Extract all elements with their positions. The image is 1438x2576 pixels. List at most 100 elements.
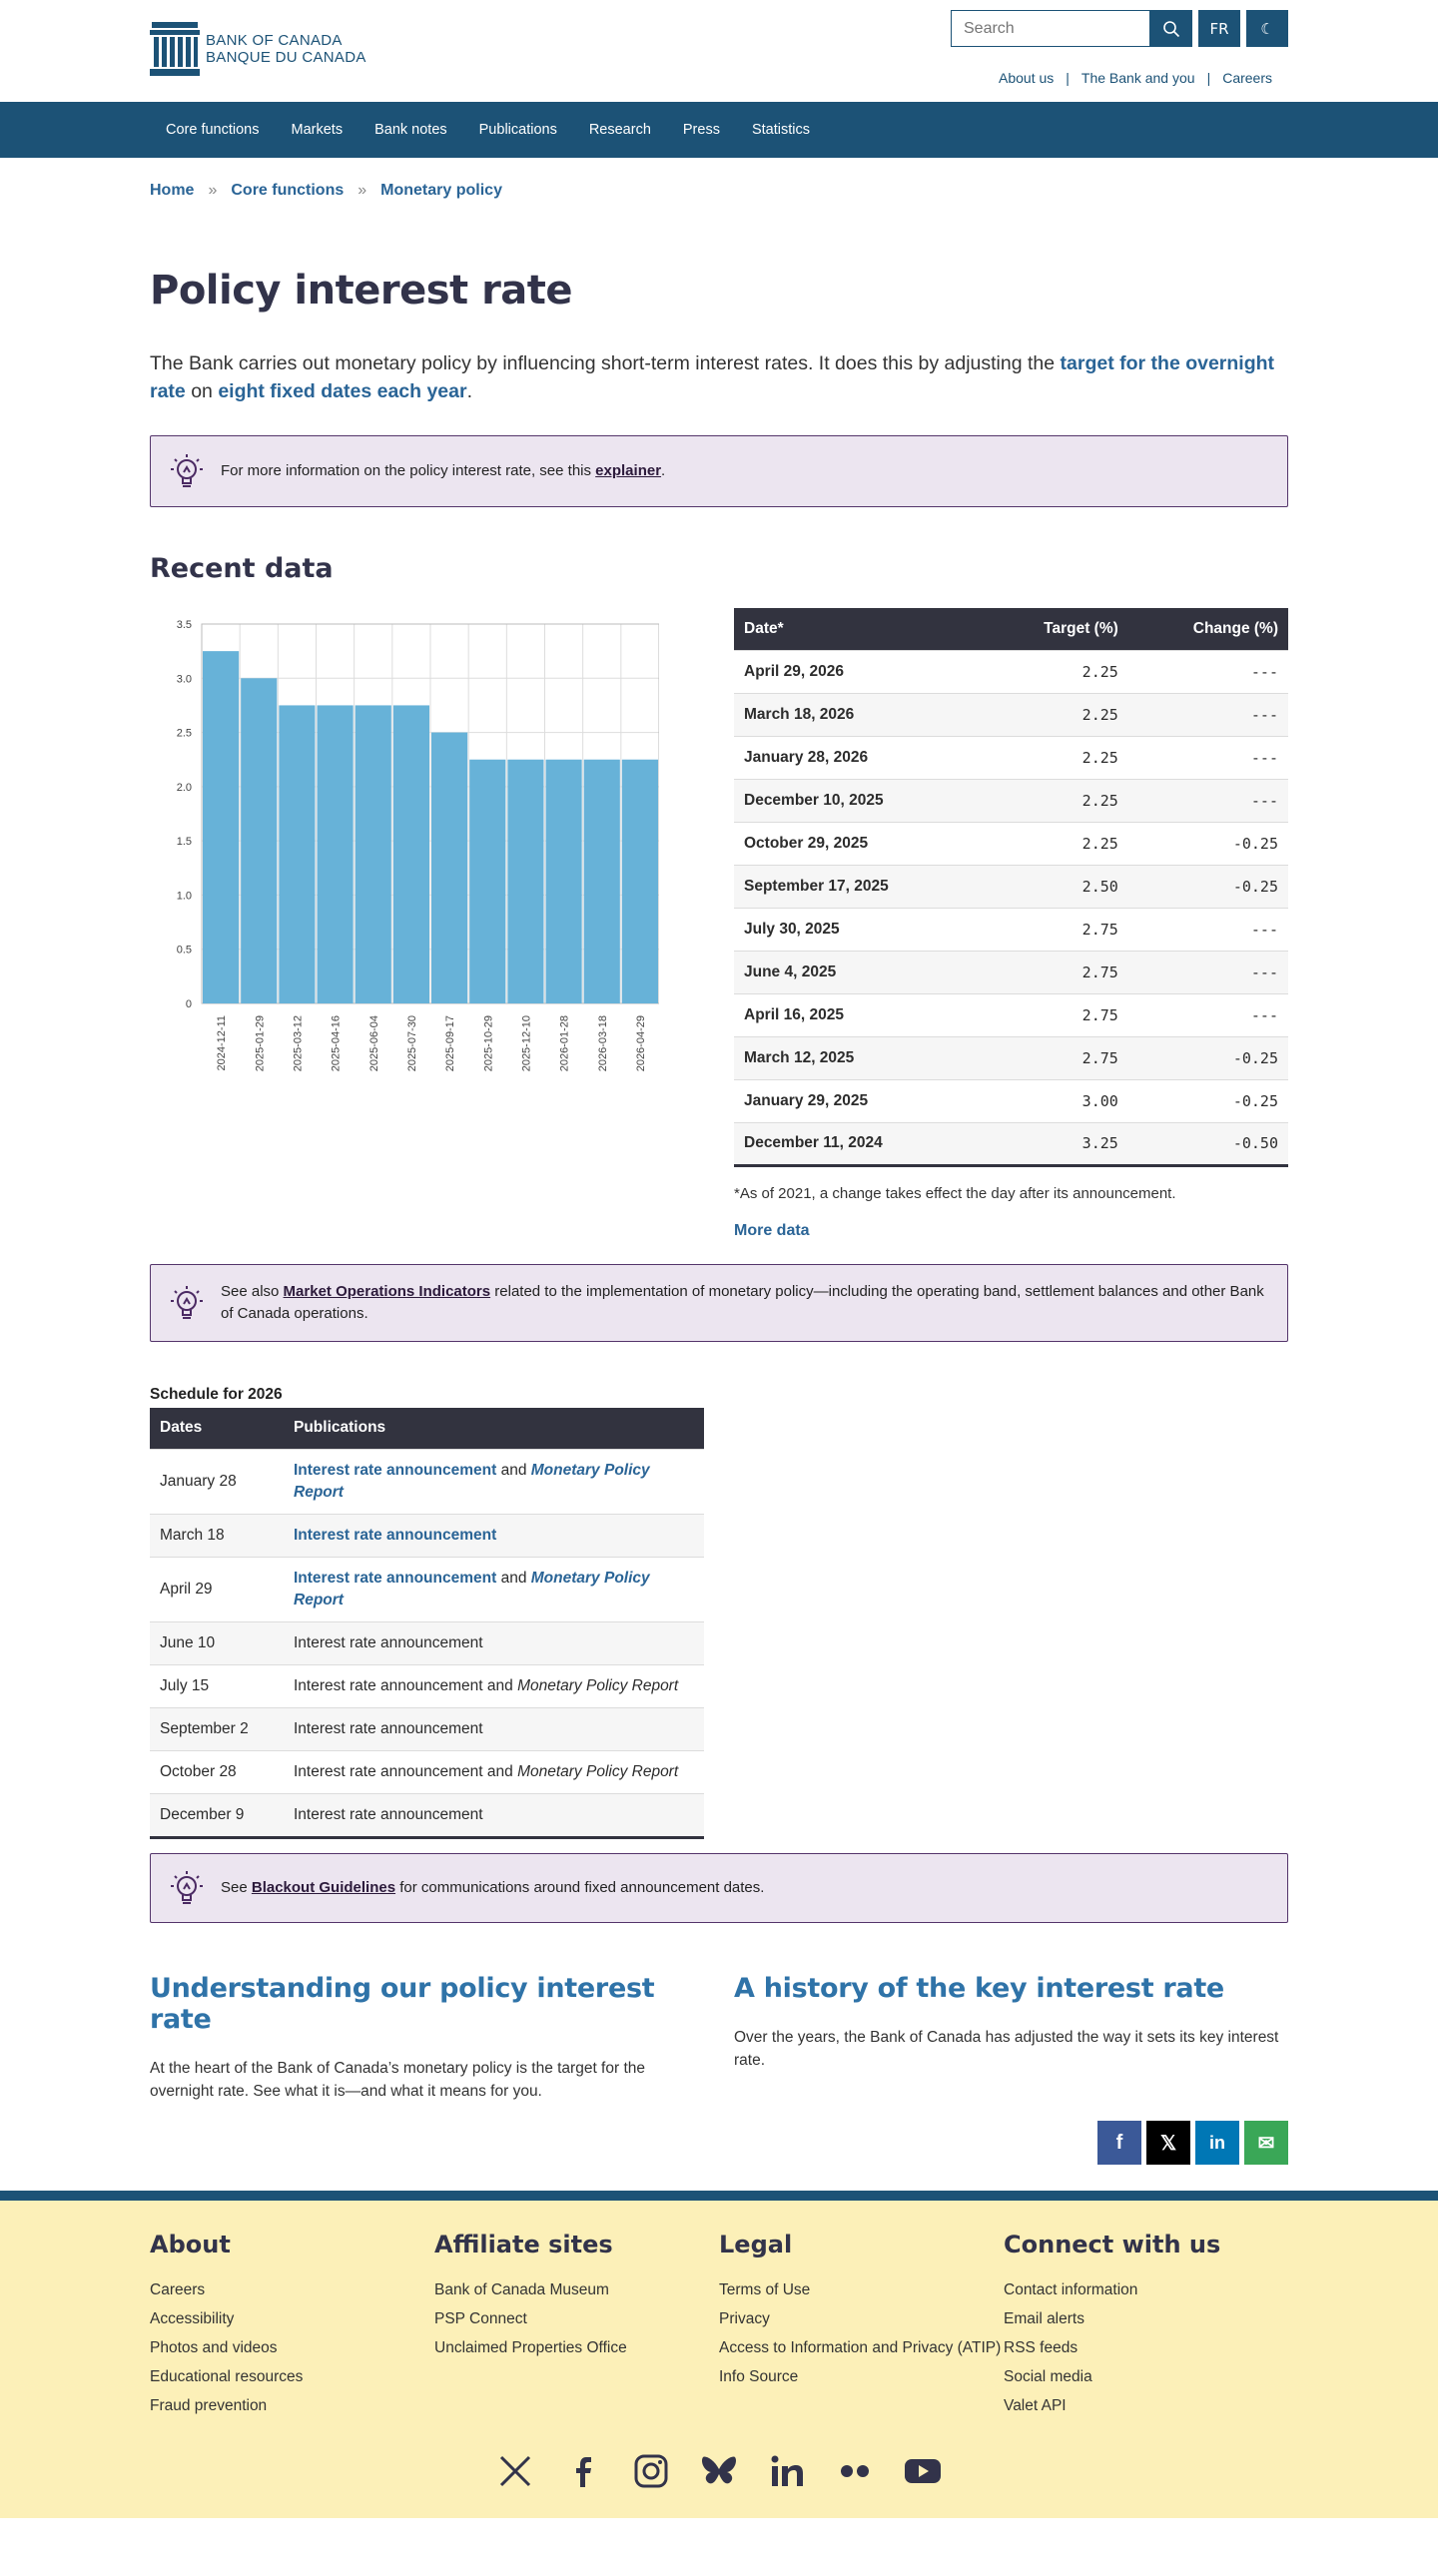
blackout-guidelines-link[interactable]: Blackout Guidelines [252, 1879, 395, 1896]
bluesky-icon[interactable] [699, 2451, 739, 2491]
x-icon[interactable] [495, 2451, 535, 2491]
bar[interactable] [317, 705, 354, 1003]
lightbulb-icon [171, 1285, 203, 1319]
share-facebook-button[interactable]: f [1097, 2121, 1141, 2165]
footer-link[interactable]: Photos and videos [150, 2338, 434, 2357]
footer-link[interactable]: Contact information [1004, 2280, 1288, 2299]
history-card[interactable]: A history of the key interest rate Over … [734, 1973, 1288, 2103]
rate-change: --- [1127, 692, 1288, 736]
share-linkedin-button[interactable]: in [1195, 2121, 1239, 2165]
market-operations-link[interactable]: Market Operations Indicators [284, 1283, 491, 1300]
history-title[interactable]: A history of the key interest rate [734, 1973, 1288, 2004]
bar[interactable] [279, 705, 316, 1003]
rate-table: Date* Target (%) Change (%) April 29, 20… [734, 608, 1288, 1167]
bank-logo[interactable]: BANK OF CANADA BANQUE DU CANADA [150, 22, 366, 76]
share-email-button[interactable]: ✉ [1244, 2121, 1288, 2165]
footer-link[interactable]: Fraud prevention [150, 2396, 434, 2415]
bar[interactable] [355, 705, 391, 1003]
nav-core-functions[interactable]: Core functions [150, 122, 276, 138]
col-dates: Dates [150, 1407, 284, 1450]
nav-statistics[interactable]: Statistics [736, 122, 826, 138]
understanding-card[interactable]: Understanding our policy interest rate A… [150, 1973, 704, 2103]
interest-rate-announcement-link[interactable]: Interest rate announcement [294, 1527, 496, 1544]
announcement-text: Interest rate announcement [294, 1677, 483, 1694]
share-x-button[interactable]: 𝕏 [1146, 2121, 1190, 2165]
linkedin-icon[interactable] [767, 2451, 807, 2491]
footer-social [150, 2451, 1288, 2491]
mpr-text: Monetary Policy Report [517, 1763, 679, 1780]
bar[interactable] [621, 759, 658, 1003]
rate-date: March 12, 2025 [734, 1035, 985, 1079]
flickr-icon[interactable] [835, 2451, 875, 2491]
nav-markets[interactable]: Markets [276, 122, 360, 138]
footer-link[interactable]: Accessibility [150, 2309, 434, 2328]
interest-rate-announcement-link[interactable]: Interest rate announcement [294, 1462, 496, 1479]
breadcrumb-monetary-policy[interactable]: Monetary policy [380, 182, 502, 199]
breadcrumb-core-functions[interactable]: Core functions [231, 182, 344, 199]
schedule-row: September 2 Interest rate announcement [150, 1707, 704, 1751]
footer-link[interactable]: Terms of Use [719, 2280, 1004, 2299]
rate-target: 2.75 [984, 907, 1128, 951]
x-tick-label: 2026-01-28 [559, 1015, 571, 1071]
instagram-icon[interactable] [631, 2451, 671, 2491]
careers-link[interactable]: Careers [1222, 70, 1272, 86]
explainer-link[interactable]: explainer [595, 462, 661, 479]
nav-research[interactable]: Research [573, 122, 667, 138]
bar[interactable] [469, 759, 506, 1003]
rate-row: July 30, 2025 2.75 --- [734, 907, 1288, 951]
bar[interactable] [583, 759, 620, 1003]
nav-publications[interactable]: Publications [463, 122, 573, 138]
x-tick-label: 2024-12-11 [216, 1015, 228, 1070]
bar[interactable] [545, 759, 582, 1003]
y-tick-label: 2.5 [177, 728, 192, 740]
footer-link[interactable]: RSS feeds [1004, 2338, 1288, 2357]
bar[interactable] [507, 759, 544, 1003]
footer-link[interactable]: Privacy [719, 2309, 1004, 2328]
bar[interactable] [241, 678, 278, 1003]
footer-link[interactable]: PSP Connect [434, 2309, 719, 2328]
interest-rate-announcement-link[interactable]: Interest rate announcement [294, 1570, 496, 1587]
footer-link[interactable]: Email alerts [1004, 2309, 1288, 2328]
email-icon: ✉ [1257, 2132, 1275, 2155]
search-input[interactable] [951, 10, 1150, 47]
footer-link[interactable]: Social media [1004, 2367, 1288, 2386]
nav-press[interactable]: Press [667, 122, 736, 138]
bar[interactable] [431, 732, 468, 1003]
footer-link[interactable]: Careers [150, 2280, 434, 2299]
bank-and-you-link[interactable]: The Bank and you [1081, 70, 1195, 86]
footer-link[interactable]: Educational resources [150, 2367, 434, 2386]
dark-mode-button[interactable]: ☾ [1246, 10, 1288, 47]
footer-affiliate: Affiliate sites Bank of Canada Museum PS… [434, 2231, 719, 2425]
y-tick-label: 2.0 [177, 782, 192, 794]
search-button[interactable] [1150, 10, 1192, 47]
x-tick-label: 2025-10-29 [482, 1015, 494, 1071]
rate-change: -0.25 [1127, 1078, 1288, 1122]
breadcrumb-home[interactable]: Home [150, 182, 194, 199]
footer-link[interactable]: Info Source [719, 2367, 1004, 2386]
schedule-date: June 10 [150, 1621, 284, 1665]
footer-link[interactable]: Valet API [1004, 2396, 1288, 2415]
main-nav: Core functions Markets Bank notes Public… [0, 102, 1438, 158]
eight-fixed-dates-link[interactable]: eight fixed dates each year [218, 380, 466, 402]
more-data-link[interactable]: More data [734, 1222, 1288, 1240]
footer-link[interactable]: Access to Information and Privacy (ATIP) [719, 2338, 1004, 2357]
bar[interactable] [392, 705, 429, 1003]
rate-target: 2.50 [984, 864, 1128, 908]
rate-row: October 29, 2025 2.25 -0.25 [734, 821, 1288, 865]
about-us-link[interactable]: About us [999, 70, 1054, 86]
nav-bank-notes[interactable]: Bank notes [359, 122, 463, 138]
rate-date: January 29, 2025 [734, 1078, 985, 1122]
facebook-icon[interactable] [563, 2451, 603, 2491]
footer-link[interactable]: Bank of Canada Museum [434, 2280, 719, 2299]
bar[interactable] [203, 651, 240, 1003]
site-footer: About Careers Accessibility Photos and v… [0, 2191, 1438, 2518]
youtube-icon[interactable] [903, 2451, 943, 2491]
schedule-row: June 10 Interest rate announcement [150, 1621, 704, 1665]
understanding-title[interactable]: Understanding our policy interest rate [150, 1973, 704, 2035]
language-toggle-button[interactable]: FR [1198, 10, 1240, 47]
schedule-row: April 29 Interest rate announcement and M… [150, 1557, 704, 1622]
schedule-row: January 28 Interest rate announcement and… [150, 1449, 704, 1515]
footer-link[interactable]: Unclaimed Properties Office [434, 2338, 719, 2357]
explainer-callout: For more information on the policy inter… [150, 435, 1288, 507]
logo-line-en: BANK OF CANADA [206, 32, 343, 49]
